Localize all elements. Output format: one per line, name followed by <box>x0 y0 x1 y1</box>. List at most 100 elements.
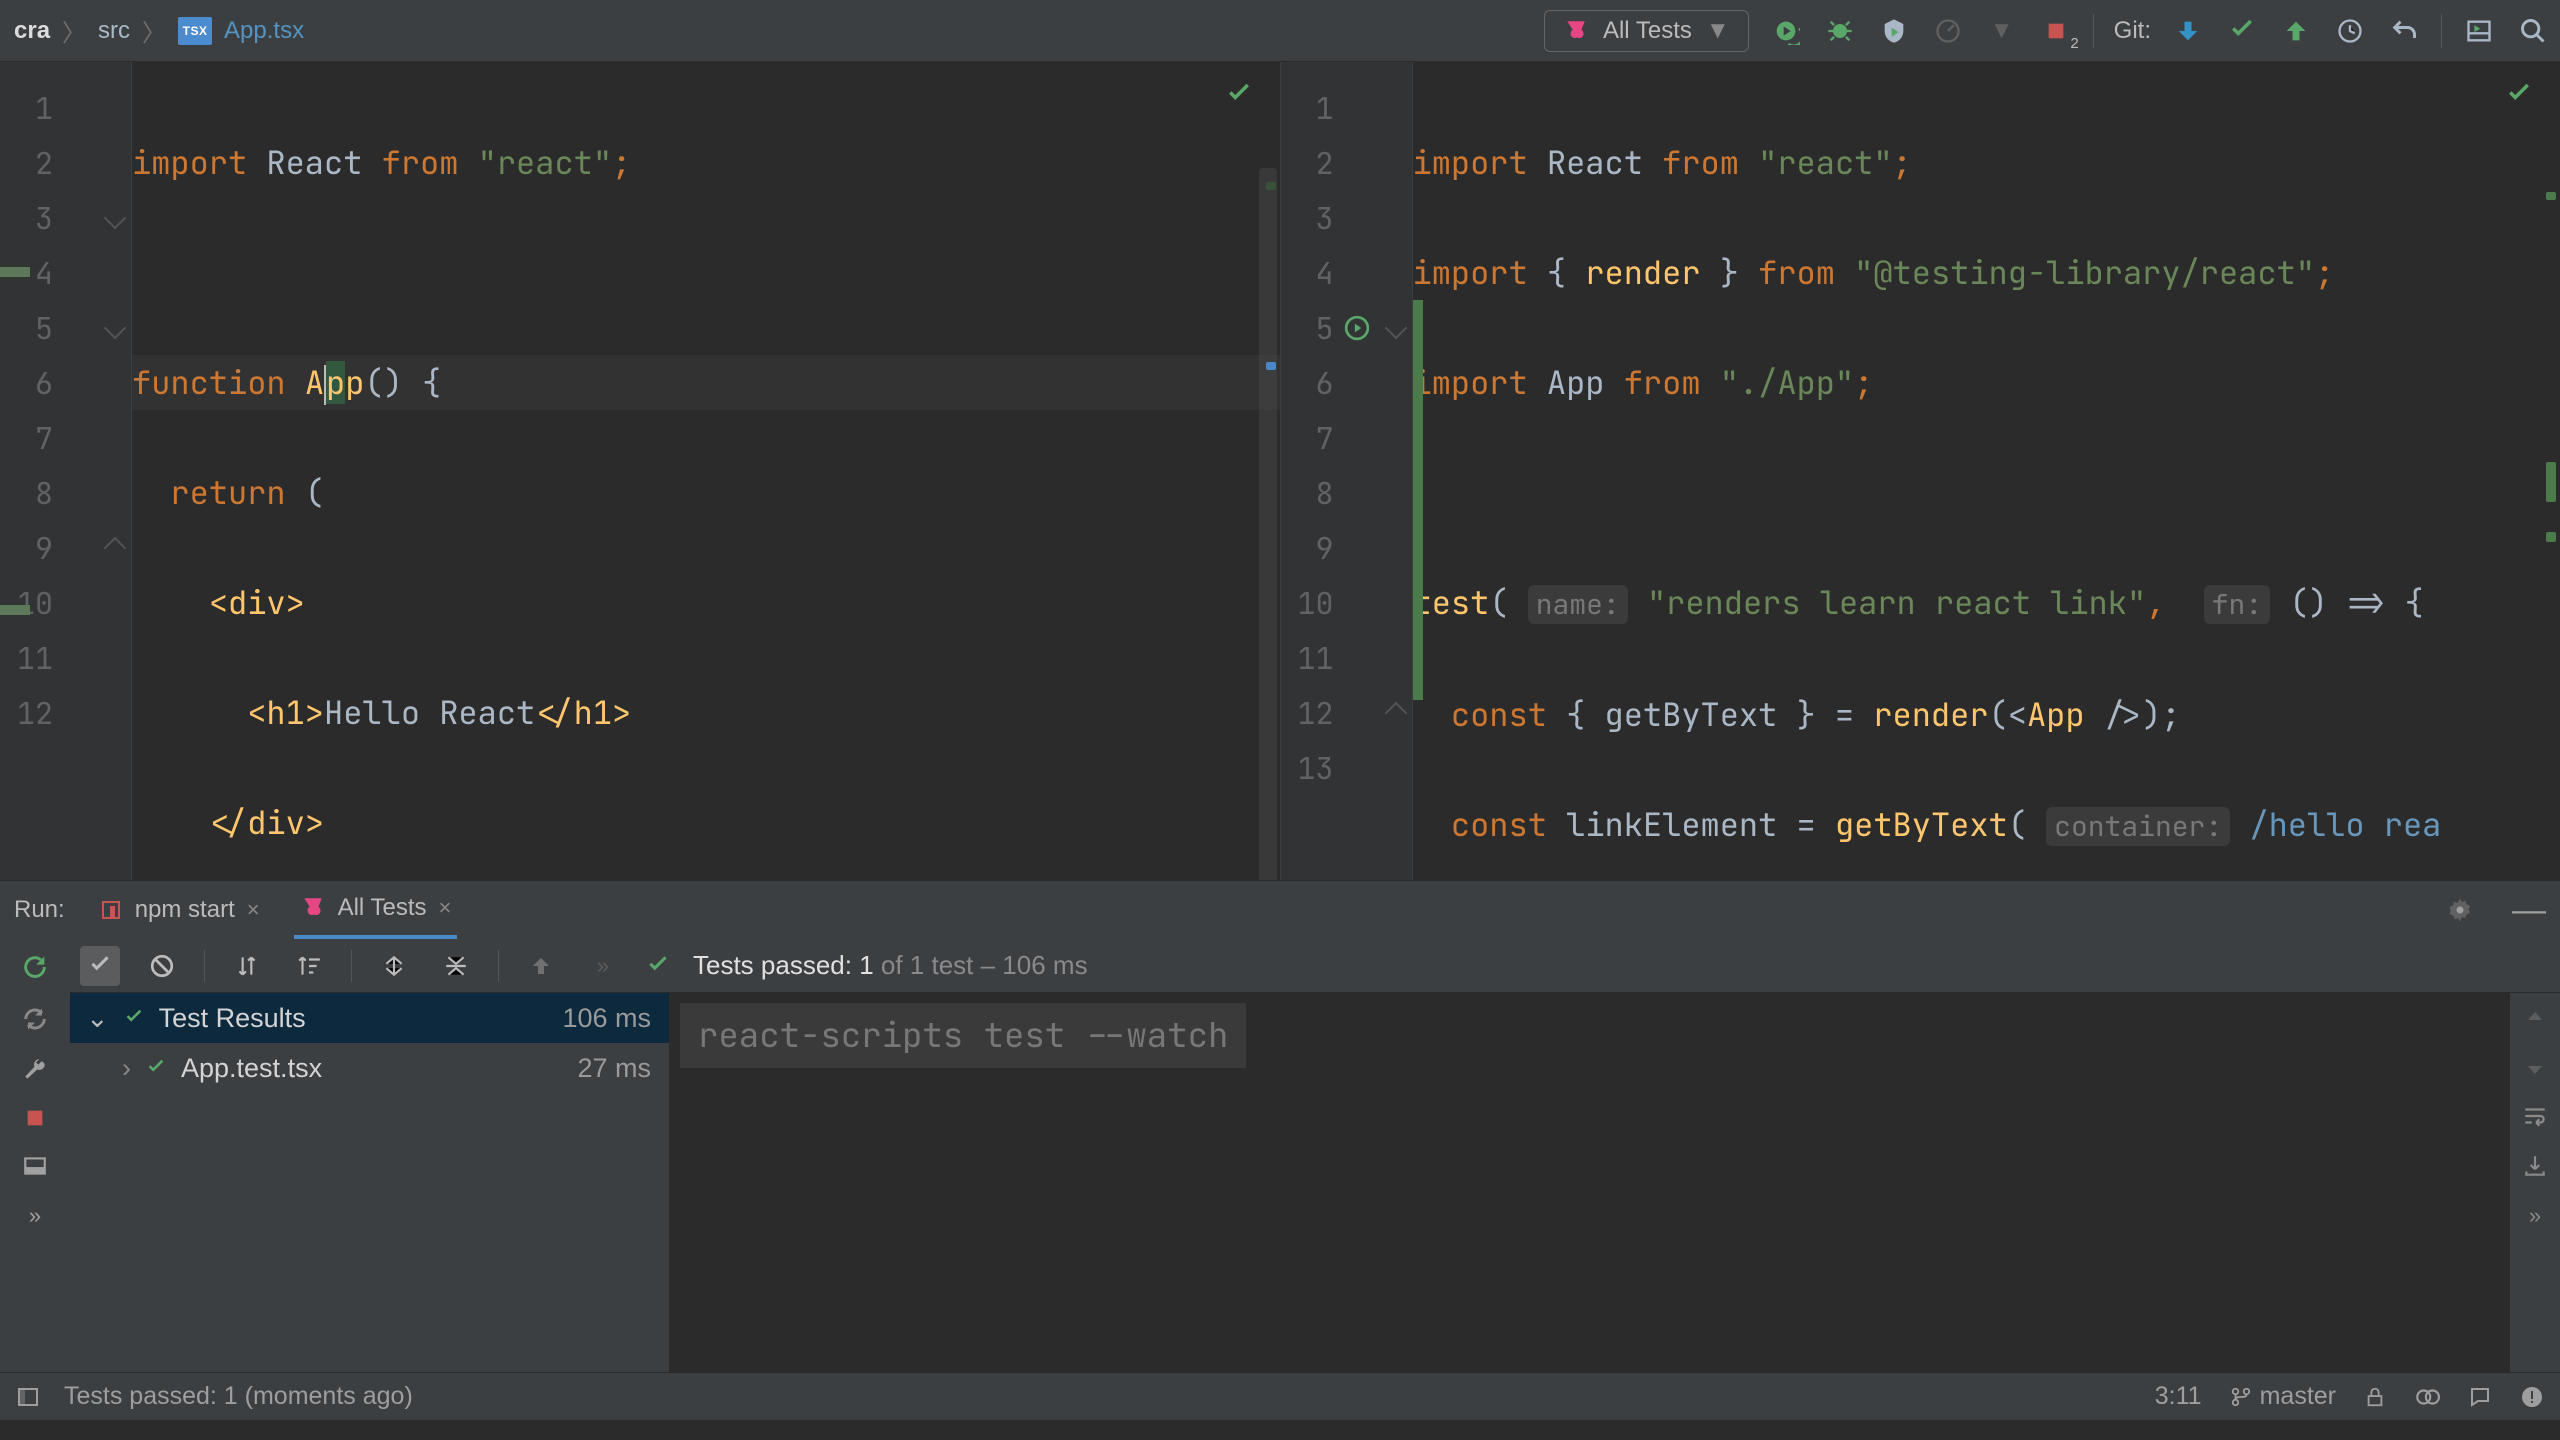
line-number[interactable]: 11 <box>0 630 131 685</box>
line-number[interactable]: 6 <box>1281 355 1412 410</box>
caret-position[interactable]: 3:11 <box>2155 1382 2202 1411</box>
run-test-icon[interactable] <box>1344 315 1370 341</box>
panel-icon[interactable] <box>16 1385 40 1409</box>
check-icon[interactable] <box>2504 80 2534 110</box>
minimize-icon[interactable]: — <box>2512 891 2546 930</box>
line-number[interactable]: 1 <box>0 80 131 135</box>
line-number[interactable]: 7 <box>0 410 131 465</box>
breadcrumb-folder[interactable]: src <box>98 17 130 45</box>
chat-icon[interactable] <box>2468 1385 2492 1409</box>
breadcrumb[interactable]: cra 〉 src 〉 TSX App.tsx <box>14 13 304 48</box>
layout-icon[interactable] <box>2462 14 2496 48</box>
line-number[interactable]: 12 <box>0 685 131 740</box>
code-token: /hello rea <box>2249 803 2441 846</box>
rerun-icon[interactable] <box>21 953 49 981</box>
code-token: ; <box>612 141 631 184</box>
editor-left[interactable]: 1 2 3 4 5 6 7 8 9 10 11 12 import React … <box>0 62 1280 880</box>
search-icon[interactable] <box>2516 14 2550 48</box>
editor-right[interactable]: 1 2 3 4 5 6 7 8 9 10 11 12 13 import Rea… <box>1280 62 2560 880</box>
git-push-icon[interactable] <box>2279 14 2313 48</box>
show-ignored-icon[interactable] <box>142 946 182 986</box>
gutter[interactable]: 1 2 3 4 5 6 7 8 9 10 11 12 <box>0 62 132 880</box>
expand-all-icon[interactable] <box>374 946 414 986</box>
git-commit-icon[interactable] <box>2225 14 2259 48</box>
run-config-selector[interactable]: All Tests ▼ <box>1544 10 1749 52</box>
gutter[interactable]: 1 2 3 4 5 6 7 8 9 10 11 12 13 <box>1281 62 1413 880</box>
code-token: from <box>1758 251 1835 294</box>
warn-icon[interactable] <box>2520 1385 2544 1409</box>
line-number[interactable]: 12 <box>1281 685 1412 740</box>
undo-icon[interactable] <box>2387 14 2421 48</box>
marker-bar[interactable] <box>2538 62 2560 880</box>
history-icon[interactable] <box>2333 14 2367 48</box>
line-number[interactable]: 13 <box>1281 740 1412 795</box>
collapse-all-icon[interactable] <box>436 946 476 986</box>
tab-all-tests[interactable]: All Tests × <box>294 881 458 939</box>
close-icon[interactable]: × <box>247 897 260 923</box>
code-area[interactable]: import React from "react"; function App(… <box>132 62 1280 880</box>
line-number[interactable]: 11 <box>1281 630 1412 685</box>
run-icon[interactable] <box>1769 14 1803 48</box>
test-console[interactable]: react-scripts test --watch <box>670 993 2510 1372</box>
line-number[interactable]: 3 <box>1281 190 1412 245</box>
more-icon[interactable]: » <box>2529 1203 2541 1229</box>
show-passed-icon[interactable] <box>80 946 120 986</box>
vcs-change-marker <box>1413 300 1423 700</box>
tree-root[interactable]: ⌄ Test Results 106 ms <box>70 993 669 1043</box>
sync-icon[interactable] <box>2414 1384 2440 1410</box>
line-number[interactable]: 6 <box>0 355 131 410</box>
coverage-icon[interactable] <box>1877 14 1911 48</box>
git-branch[interactable]: master <box>2230 1382 2336 1411</box>
line-number[interactable]: 4 <box>1281 245 1412 300</box>
line-number[interactable]: 7 <box>1281 410 1412 465</box>
line-number[interactable]: 9 <box>1281 520 1412 575</box>
line-number[interactable]: 8 <box>0 465 131 520</box>
wrap-icon[interactable] <box>2522 1103 2548 1129</box>
line-number[interactable]: 5 <box>0 300 131 355</box>
down-icon[interactable] <box>2523 1055 2547 1079</box>
toggle-auto-icon[interactable] <box>21 1005 49 1033</box>
tsx-file-icon: TSX <box>178 17 212 45</box>
code-token: return <box>170 471 285 514</box>
more-icon[interactable]: » <box>29 1203 41 1229</box>
up-icon[interactable] <box>2523 1007 2547 1031</box>
tab-npm-start[interactable]: npm start × <box>93 881 266 939</box>
tree-file-label: App.test.tsx <box>181 1053 322 1084</box>
git-pull-icon[interactable] <box>2171 14 2205 48</box>
code-area[interactable]: import React from "react"; import { rend… <box>1413 62 2560 880</box>
line-number[interactable]: 8 <box>1281 465 1412 520</box>
marker-bar[interactable] <box>1258 62 1280 880</box>
sort-duration-icon[interactable] <box>289 946 329 986</box>
profiler-icon[interactable] <box>1931 14 1965 48</box>
line-number[interactable]: 9 <box>0 520 131 575</box>
lock-icon[interactable] <box>2364 1386 2386 1408</box>
prev-failed-icon[interactable] <box>521 946 561 986</box>
stop-icon[interactable] <box>24 1107 46 1129</box>
code-token: import <box>1413 251 1528 294</box>
sort-icon[interactable] <box>227 946 267 986</box>
bug-icon[interactable] <box>1823 14 1857 48</box>
breadcrumb-file[interactable]: App.tsx <box>224 17 304 45</box>
chevron-down-icon[interactable]: ⌄ <box>86 1003 109 1034</box>
next-failed-icon[interactable]: » <box>583 946 623 986</box>
line-number[interactable]: 10 <box>1281 575 1412 630</box>
close-icon[interactable]: × <box>439 895 452 921</box>
line-number[interactable]: 3 <box>0 190 131 245</box>
chevron-right-icon[interactable]: › <box>122 1053 131 1084</box>
line-number[interactable]: 10 <box>0 575 131 630</box>
export-icon[interactable] <box>2522 1153 2548 1179</box>
line-number[interactable]: 1 <box>1281 80 1412 135</box>
test-tree[interactable]: ⌄ Test Results 106 ms › App.test.tsx <box>70 993 670 1372</box>
breadcrumb-root[interactable]: cra <box>14 17 50 45</box>
gear-icon[interactable] <box>2446 896 2474 924</box>
chevron-down-icon[interactable]: ▼ <box>1985 14 2019 48</box>
line-number[interactable]: 2 <box>0 135 131 190</box>
code-token: () => { <box>2289 581 2423 624</box>
check-icon[interactable] <box>1224 80 1254 110</box>
dock-icon[interactable] <box>22 1153 48 1179</box>
line-number[interactable]: 2 <box>1281 135 1412 190</box>
stop-icon[interactable]: 2 <box>2039 14 2073 48</box>
line-number[interactable]: 5 <box>1281 300 1412 355</box>
tree-file[interactable]: › App.test.tsx 27 ms <box>70 1043 669 1093</box>
wrench-icon[interactable] <box>22 1057 48 1083</box>
